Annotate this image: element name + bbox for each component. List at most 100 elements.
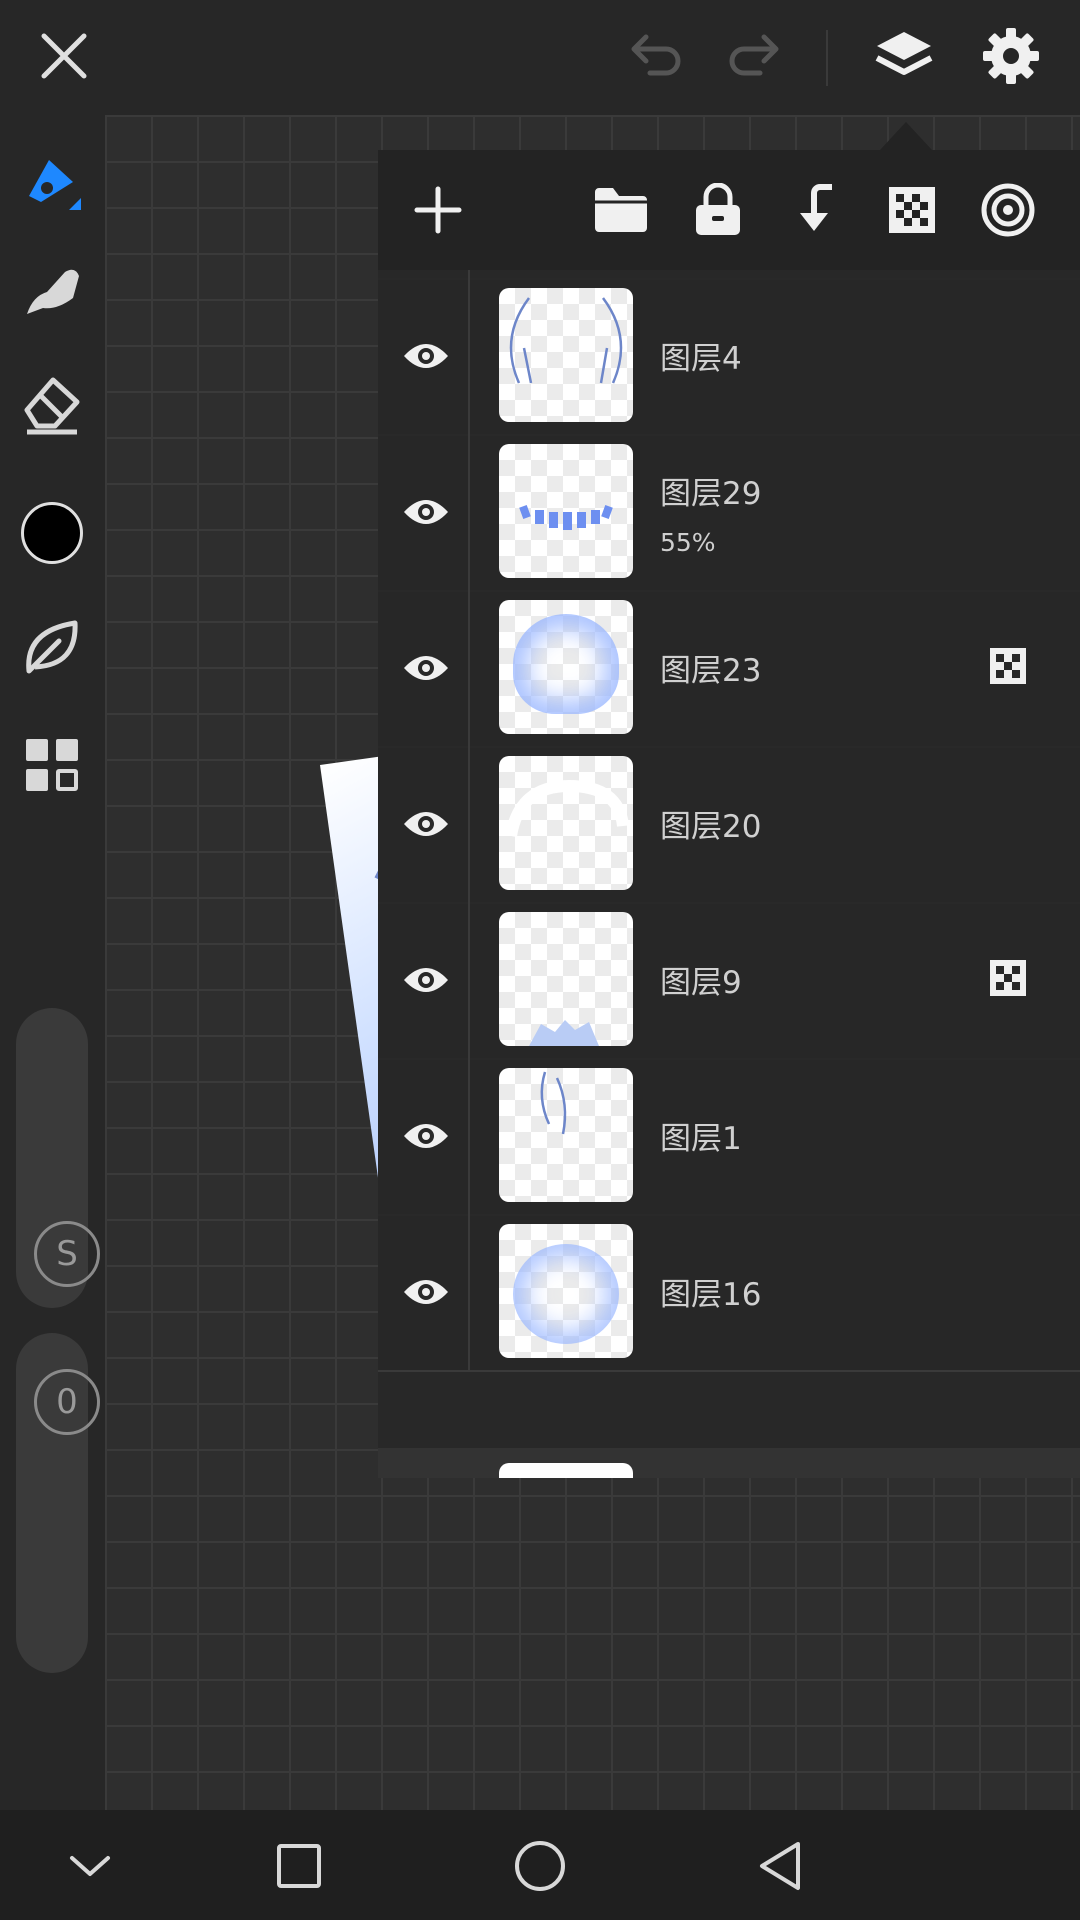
layer-thumbnail xyxy=(499,1068,633,1202)
layer-name: 图层23 xyxy=(660,653,762,689)
layer-thumbnail xyxy=(499,1224,633,1358)
layers-icon xyxy=(875,32,933,75)
eye-icon xyxy=(404,812,448,836)
layer-name: 图层16 xyxy=(660,1277,762,1313)
undo-button[interactable] xyxy=(618,18,694,94)
smudge-tool-button[interactable] xyxy=(12,255,92,335)
layer-thumbnail xyxy=(499,756,633,890)
checker-clip-icon xyxy=(889,187,935,233)
visibility-toggle[interactable] xyxy=(398,642,454,694)
brush-tool-button[interactable] xyxy=(12,145,92,225)
smudge-icon xyxy=(27,269,79,314)
add-layer-button[interactable] xyxy=(398,170,478,250)
recents-button[interactable] xyxy=(265,1832,333,1900)
layer-thumbnail-art xyxy=(540,1071,567,1135)
layers-panel-toolbar xyxy=(378,150,1080,270)
blend-tool-button[interactable] xyxy=(12,608,92,688)
eraser-icon xyxy=(24,377,80,435)
merge-down-icon xyxy=(800,184,832,231)
redo-icon xyxy=(729,34,779,76)
layer-thumbnail xyxy=(499,912,633,1046)
layer-row[interactable]: 图层4 xyxy=(378,278,1080,436)
lock-layer-button[interactable] xyxy=(678,170,758,250)
visibility-toggle[interactable] xyxy=(398,486,454,538)
back-button[interactable] xyxy=(746,1832,814,1900)
brush-icon xyxy=(29,160,81,210)
layer-list[interactable]: 图层4 图层29 55% 图层23 图层20 图层9 图层1 图层16 xyxy=(378,270,1080,1478)
eye-icon xyxy=(404,500,448,524)
left-toolbar: S 0 xyxy=(0,115,105,1810)
recents-square-icon xyxy=(277,1844,321,1888)
eye-icon xyxy=(404,968,448,992)
hide-nav-button[interactable] xyxy=(56,1832,124,1900)
background-thumbnail xyxy=(499,1463,633,1478)
home-circle-icon xyxy=(515,1841,565,1891)
home-button[interactable] xyxy=(506,1832,574,1900)
close-button[interactable] xyxy=(26,18,102,94)
layer-divider xyxy=(468,590,470,746)
layer-name: 图层1 xyxy=(660,1121,742,1157)
layer-thumbnail-art xyxy=(519,504,613,530)
back-triangle-icon xyxy=(760,1842,800,1890)
new-folder-button[interactable] xyxy=(581,170,661,250)
eye-icon xyxy=(404,1280,448,1304)
layer-thumbnail xyxy=(499,288,633,422)
layer-thumbnail xyxy=(499,444,633,578)
layer-thumbnail-art xyxy=(529,1020,599,1046)
top-bar xyxy=(0,0,1080,115)
brush-opacity-knob[interactable]: 0 xyxy=(34,1369,100,1435)
redo-button[interactable] xyxy=(716,18,792,94)
color-picker-button[interactable] xyxy=(12,493,92,573)
visibility-toggle[interactable] xyxy=(398,330,454,382)
layer-divider xyxy=(468,1214,470,1370)
merge-down-button[interactable] xyxy=(775,170,855,250)
clipping-indicator-icon xyxy=(990,648,1026,684)
visibility-toggle[interactable] xyxy=(398,954,454,1006)
settings-icon xyxy=(983,28,1039,84)
layer-divider xyxy=(468,746,470,902)
blend-leaf-icon xyxy=(26,620,78,674)
layer-divider xyxy=(468,434,470,590)
layer-row[interactable]: 图层9 xyxy=(378,902,1080,1060)
background-layer-row[interactable]: 背景 xyxy=(378,1448,1080,1478)
add-layer-icon xyxy=(414,186,462,234)
clipping-indicator-icon xyxy=(990,960,1026,996)
layer-name: 图层9 xyxy=(660,965,742,1001)
layer-row[interactable]: 图层23 xyxy=(378,590,1080,748)
layer-opacity: 55% xyxy=(660,528,716,557)
eraser-tool-button[interactable] xyxy=(12,365,92,445)
layer-name: 图层29 xyxy=(660,476,762,512)
blend-mode-button[interactable] xyxy=(968,170,1048,250)
brush-size-slider[interactable]: S xyxy=(16,1008,100,1308)
layer-thumbnail-art xyxy=(513,614,619,714)
close-icon xyxy=(41,33,87,79)
nav-down-icon xyxy=(70,1856,110,1876)
clipping-mask-button[interactable] xyxy=(872,170,952,250)
grid-apps-icon xyxy=(26,739,78,791)
layer-row[interactable]: 图层20 xyxy=(378,746,1080,904)
undo-icon xyxy=(631,34,681,76)
layer-row[interactable]: 图层16 xyxy=(378,1214,1080,1372)
brush-size-knob[interactable]: S xyxy=(34,1221,100,1287)
layer-divider xyxy=(468,278,470,434)
brush-opacity-slider[interactable]: 0 xyxy=(16,1333,100,1673)
layer-divider xyxy=(468,270,470,278)
layers-button[interactable] xyxy=(866,18,942,94)
blend-mode-icon xyxy=(981,183,1035,237)
layer-thumbnail xyxy=(499,600,633,734)
layer-divider xyxy=(468,1058,470,1214)
layers-panel: 图层4 图层29 55% 图层23 图层20 图层9 图层1 图层16 xyxy=(378,150,1080,1478)
visibility-toggle[interactable] xyxy=(398,798,454,850)
layers-panel-pointer xyxy=(880,122,932,150)
layer-row[interactable]: 图层29 55% xyxy=(378,434,1080,592)
lock-icon xyxy=(696,183,740,235)
layer-row[interactable]: 图层1 xyxy=(378,1058,1080,1216)
more-tools-button[interactable] xyxy=(12,725,92,805)
color-swatch xyxy=(21,502,83,564)
visibility-toggle[interactable] xyxy=(398,1266,454,1318)
settings-button[interactable] xyxy=(973,18,1049,94)
folder-icon xyxy=(595,188,647,232)
brush-size-label: S xyxy=(56,1234,78,1274)
visibility-toggle[interactable] xyxy=(398,1110,454,1162)
layer-name: 图层4 xyxy=(660,341,742,377)
